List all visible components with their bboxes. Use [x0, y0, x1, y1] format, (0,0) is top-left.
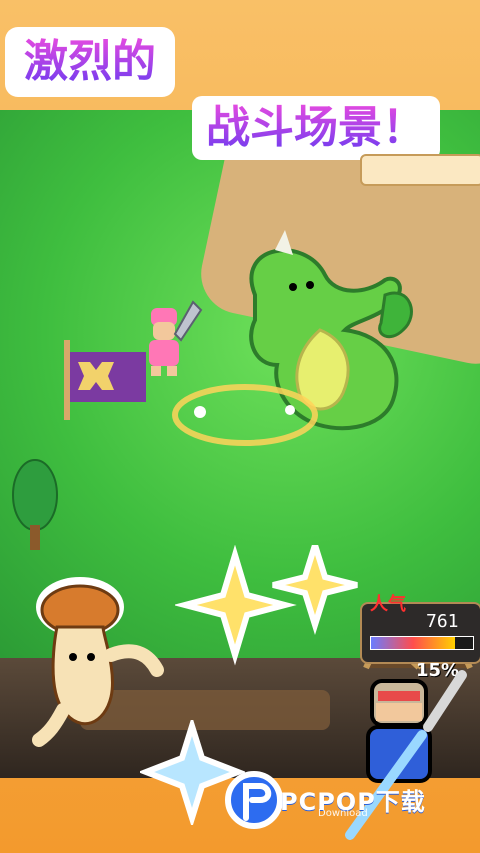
popularity-bar-fill	[371, 637, 455, 649]
mushroom-character-icon	[32, 577, 164, 747]
battle-sparkle-icon	[172, 384, 318, 446]
top-hud	[360, 154, 480, 186]
title-line-1-text: 激烈的	[24, 36, 156, 87]
popularity-bar	[370, 636, 474, 650]
watermark-sub: Download	[318, 808, 368, 819]
tree-icon	[12, 459, 58, 550]
title-line-1: 激烈的	[8, 30, 172, 94]
hero-character-icon	[149, 300, 203, 376]
game-screenshot: 激烈的 战斗场景！ 人气 761 15% PCPOP下载 Download	[0, 0, 480, 853]
popularity-label: 人气	[370, 594, 406, 615]
popularity-value: 761	[426, 611, 459, 632]
title-line-2: 战斗场景！	[192, 96, 440, 160]
title-line-2-text: 战斗场景！	[206, 102, 426, 153]
gold-sparkle-icon	[175, 545, 358, 666]
